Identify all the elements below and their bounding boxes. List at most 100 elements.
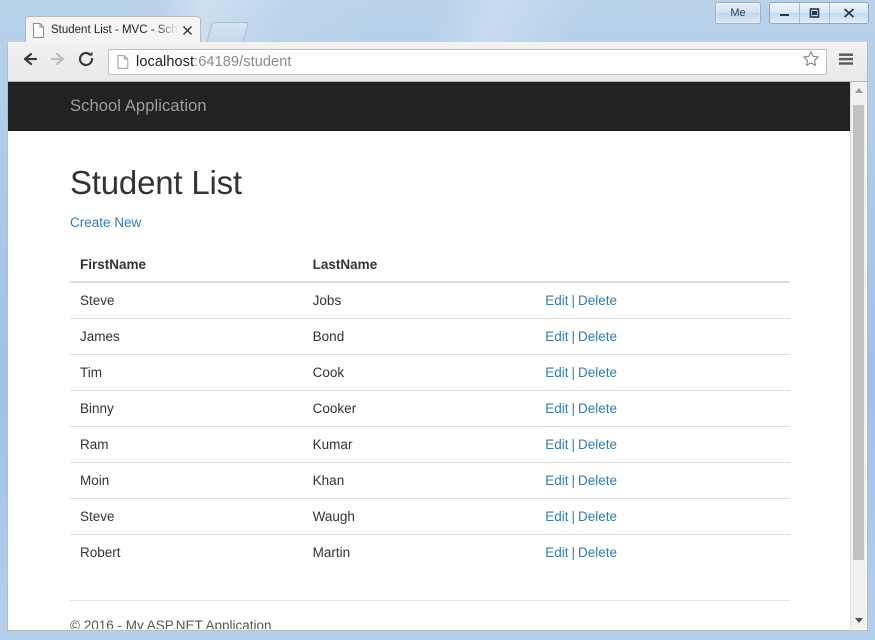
address-bar-text: localhost:64189/student <box>136 54 800 70</box>
cell-actions: Edit|Delete <box>535 463 790 499</box>
site-navbar: School Application <box>8 82 852 131</box>
cell-firstname: Robert <box>70 535 303 571</box>
column-header-actions <box>535 249 790 282</box>
cell-firstname: Moin <box>70 463 303 499</box>
delete-link[interactable]: Delete <box>578 293 617 308</box>
browser-menu-button[interactable] <box>833 49 859 75</box>
delete-link[interactable]: Delete <box>578 401 617 416</box>
student-table: FirstName LastName SteveJobsEdit|DeleteJ… <box>70 249 790 570</box>
column-header-lastname: LastName <box>303 249 536 282</box>
page-icon <box>32 23 45 38</box>
tab-strip: Student List - MVC - Scho <box>7 10 868 42</box>
cell-lastname: Cook <box>303 355 536 391</box>
table-row: TimCookEdit|Delete <box>70 355 790 391</box>
cell-lastname: Martin <box>303 535 536 571</box>
action-separator: | <box>568 437 578 452</box>
cell-actions: Edit|Delete <box>535 355 790 391</box>
web-page: School Application Student List Create N… <box>8 82 852 629</box>
table-row: MoinKhanEdit|Delete <box>70 463 790 499</box>
delete-link[interactable]: Delete <box>578 437 617 452</box>
delete-link[interactable]: Delete <box>578 365 617 380</box>
hamburger-menu-icon <box>837 51 855 72</box>
create-new-link[interactable]: Create New <box>70 215 141 230</box>
url-host: localhost <box>136 54 194 70</box>
cell-lastname: Waugh <box>303 499 536 535</box>
cell-firstname: Binny <box>70 391 303 427</box>
browser-window: Student List - MVC - Scho <box>7 10 868 631</box>
action-separator: | <box>568 509 578 524</box>
scrollbar-track[interactable] <box>851 99 867 612</box>
delete-link[interactable]: Delete <box>578 509 617 524</box>
tab-title: Student List - MVC - Scho <box>51 24 178 36</box>
page-scrollbar[interactable] <box>850 82 866 629</box>
page-container: Student List Create New FirstName LastNa… <box>8 164 852 629</box>
table-row: SteveWaughEdit|Delete <box>70 499 790 535</box>
back-button[interactable] <box>16 48 44 76</box>
table-row: RamKumarEdit|Delete <box>70 427 790 463</box>
triangle-down-icon <box>855 618 863 623</box>
cell-lastname: Cooker <box>303 391 536 427</box>
cell-actions: Edit|Delete <box>535 427 790 463</box>
forward-button <box>44 48 72 76</box>
browser-tab-active[interactable]: Student List - MVC - Scho <box>25 16 201 43</box>
action-separator: | <box>568 401 578 416</box>
table-head: FirstName LastName <box>70 249 790 282</box>
cell-actions: Edit|Delete <box>535 499 790 535</box>
action-separator: | <box>568 473 578 488</box>
browser-viewport: School Application Student List Create N… <box>7 82 868 631</box>
reload-button[interactable] <box>72 48 100 76</box>
cell-actions: Edit|Delete <box>535 391 790 427</box>
cell-actions: Edit|Delete <box>535 282 790 319</box>
table-row: RobertMartinEdit|Delete <box>70 535 790 571</box>
footer-text: © 2016 - My ASP.NET Application <box>70 618 790 629</box>
footer-divider <box>70 600 790 601</box>
edit-link[interactable]: Edit <box>545 473 568 488</box>
action-separator: | <box>568 329 578 344</box>
delete-link[interactable]: Delete <box>578 545 617 560</box>
cell-firstname: James <box>70 319 303 355</box>
scrollbar-thumb[interactable] <box>853 105 864 560</box>
scrollbar-down-button[interactable] <box>851 612 867 629</box>
cell-firstname: Tim <box>70 355 303 391</box>
table-row: SteveJobsEdit|Delete <box>70 282 790 319</box>
cell-lastname: Kumar <box>303 427 536 463</box>
delete-link[interactable]: Delete <box>578 473 617 488</box>
browser-toolbar: localhost:64189/student <box>7 42 868 82</box>
cell-firstname: Steve <box>70 499 303 535</box>
table-header-row: FirstName LastName <box>70 249 790 282</box>
os-window: Me <box>0 0 875 640</box>
forward-arrow-icon <box>48 50 68 73</box>
delete-link[interactable]: Delete <box>578 329 617 344</box>
cell-firstname: Steve <box>70 282 303 319</box>
edit-link[interactable]: Edit <box>545 365 568 380</box>
back-arrow-icon <box>20 50 40 73</box>
tab-close-button[interactable] <box>180 23 194 37</box>
edit-link[interactable]: Edit <box>545 401 568 416</box>
cell-lastname: Jobs <box>303 282 536 319</box>
cell-actions: Edit|Delete <box>535 535 790 571</box>
address-bar[interactable]: localhost:64189/student <box>108 49 827 75</box>
table-row: BinnyCookerEdit|Delete <box>70 391 790 427</box>
scrollbar-up-button[interactable] <box>851 82 867 99</box>
url-path: :64189/student <box>194 54 291 70</box>
edit-link[interactable]: Edit <box>545 293 568 308</box>
table-body: SteveJobsEdit|DeleteJamesBondEdit|Delete… <box>70 282 790 570</box>
edit-link[interactable]: Edit <box>545 545 568 560</box>
action-separator: | <box>568 293 578 308</box>
edit-link[interactable]: Edit <box>545 329 568 344</box>
triangle-up-icon <box>855 88 863 93</box>
new-tab-button[interactable] <box>206 22 249 44</box>
star-icon <box>802 50 820 73</box>
reload-icon <box>76 49 96 74</box>
navbar-brand[interactable]: School Application <box>8 97 207 116</box>
action-separator: | <box>568 545 578 560</box>
bookmark-button[interactable] <box>800 51 822 73</box>
cell-actions: Edit|Delete <box>535 319 790 355</box>
column-header-firstname: FirstName <box>70 249 303 282</box>
page-title: Student List <box>70 164 790 202</box>
edit-link[interactable]: Edit <box>545 437 568 452</box>
cell-firstname: Ram <box>70 427 303 463</box>
page-icon <box>117 55 129 69</box>
table-row: JamesBondEdit|Delete <box>70 319 790 355</box>
edit-link[interactable]: Edit <box>545 509 568 524</box>
